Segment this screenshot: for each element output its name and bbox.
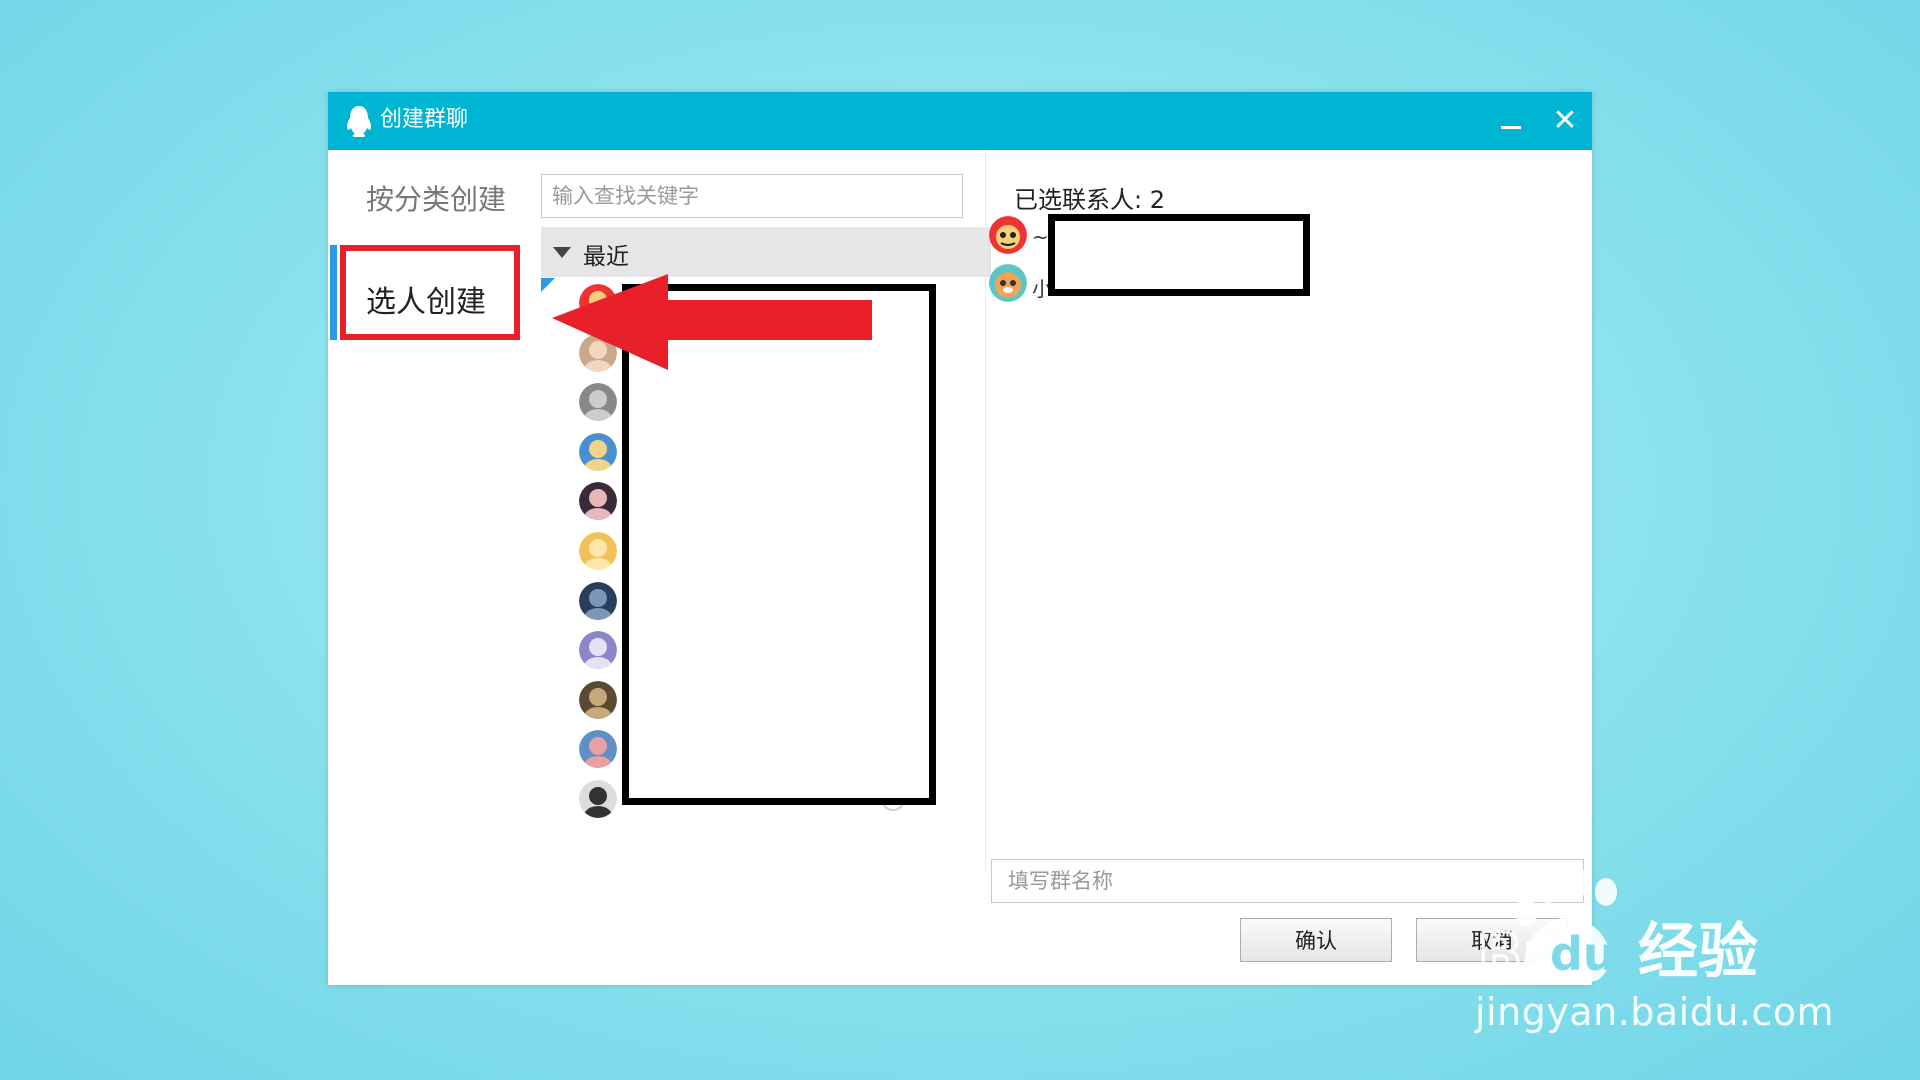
title-bar[interactable]: 创建群聊 ✕ xyxy=(328,92,1592,150)
qq-penguin-icon xyxy=(346,106,372,137)
minimize-button[interactable] xyxy=(1492,102,1530,140)
window-title: 创建群聊 xyxy=(380,107,469,132)
selected-tab-indicator xyxy=(330,245,337,340)
watermark-url: jingyan.baidu.com xyxy=(1475,990,1835,1034)
close-button[interactable]: ✕ xyxy=(1546,102,1584,140)
tab-create-by-category[interactable]: 按分类创建 xyxy=(366,178,506,218)
redacted-selected-names xyxy=(1048,214,1310,296)
svg-text:经验: 经验 xyxy=(1638,917,1758,987)
selected-avatar-red-cartoon xyxy=(989,216,1027,254)
contact-group-recent[interactable]: 最近 xyxy=(541,227,991,277)
red-arrow-annotation xyxy=(552,274,872,370)
confirm-button[interactable]: 确认 xyxy=(1240,918,1392,962)
avatar-blue-cartoon xyxy=(579,432,617,471)
selected-contacts-count: 已选联系人: 2 xyxy=(1014,186,1165,214)
close-icon: ✕ xyxy=(1552,103,1578,138)
create-group-dialog: 创建群聊 ✕ 按分类创建 选人创建 最近 已选联系人: 2 ~ 小 确认 xyxy=(328,92,1592,985)
avatar-anime-dark xyxy=(579,482,617,521)
avatar-dark-blue xyxy=(579,581,617,620)
minimize-icon xyxy=(1501,125,1521,129)
selected-contact-name: ~ xyxy=(1032,225,1049,249)
caret-down-icon xyxy=(553,247,571,258)
avatar-purple xyxy=(579,631,617,670)
avatar-grey-photo xyxy=(579,383,617,422)
avatar-dog xyxy=(579,680,617,719)
avatar-girl xyxy=(579,780,617,818)
tab-create-by-person[interactable]: 选人创建 xyxy=(340,245,520,340)
svg-text:du: du xyxy=(1550,927,1616,981)
selected-avatar-tiger-cartoon xyxy=(989,264,1027,302)
avatar-yellow-cartoon xyxy=(579,532,617,570)
avatar-flower xyxy=(579,730,617,769)
contact-group-label: 最近 xyxy=(583,244,629,270)
tab-create-by-person-label: 选人创建 xyxy=(366,285,486,320)
contact-search-input[interactable] xyxy=(541,174,963,218)
baidu-jingyan-watermark-logo: Bai du 经验 xyxy=(1478,870,1758,990)
panel-divider xyxy=(985,150,986,870)
